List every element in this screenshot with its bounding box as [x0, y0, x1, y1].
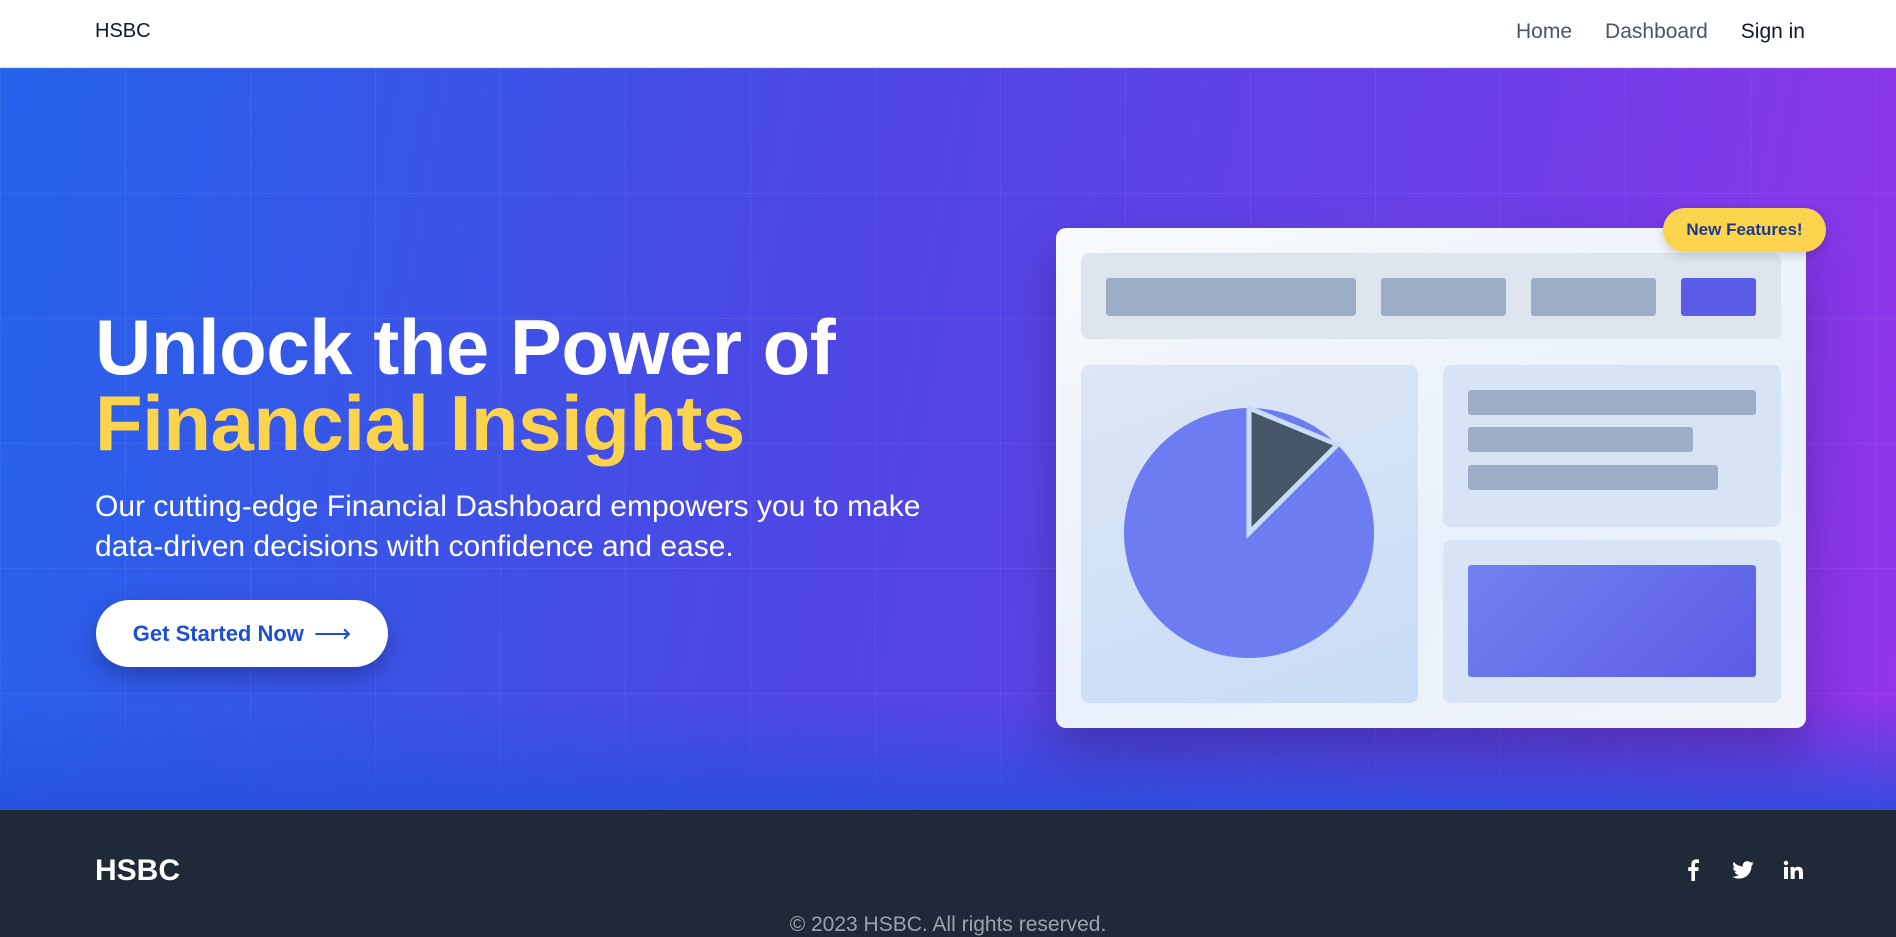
- footer-brand[interactable]: HSBC: [95, 854, 180, 888]
- footer-copyright: © 2023 HSBC. All rights reserved.: [789, 913, 1107, 936]
- illustration-topbar-block: [1381, 278, 1506, 316]
- footer: HSBC © 2023 HSBC. All rights reserved.: [0, 810, 1896, 936]
- illustration-list-line: [1468, 427, 1693, 452]
- illustration-pie-chart: [1124, 404, 1374, 658]
- hero-section: Unlock the Power of Financial Insights O…: [0, 68, 1896, 810]
- nav-link-home[interactable]: Home: [1516, 20, 1572, 44]
- illustration-block-panel: [1443, 540, 1781, 703]
- nav-links: Home Dashboard Sign in: [1483, 20, 1805, 44]
- new-features-badge: New Features!: [1663, 208, 1826, 252]
- hero-title-line2: Financial Insights: [95, 379, 745, 467]
- twitter-icon[interactable]: [1731, 858, 1755, 882]
- footer-social-links: [1681, 858, 1805, 882]
- dashboard-illustration: [1056, 228, 1806, 728]
- illustration-topbar-block: [1531, 278, 1656, 316]
- illustration-topbar-accent: [1681, 278, 1756, 316]
- illustration-accent-block: [1468, 565, 1756, 677]
- get-started-button[interactable]: Get Started Now ⟶: [96, 600, 388, 667]
- nav-link-sign-in[interactable]: Sign in: [1741, 20, 1805, 44]
- arrow-right-icon: ⟶: [313, 618, 352, 648]
- nav-link-dashboard[interactable]: Dashboard: [1605, 20, 1708, 44]
- illustration-topbar: [1081, 253, 1781, 339]
- hero-subtitle: Our cutting-edge Financial Dashboard emp…: [95, 490, 921, 563]
- get-started-label: Get Started Now: [132, 620, 304, 646]
- top-navbar: HSBC Home Dashboard Sign in: [0, 0, 1896, 68]
- illustration-list-panel: [1443, 365, 1781, 527]
- facebook-icon[interactable]: [1681, 858, 1705, 882]
- linkedin-icon[interactable]: [1781, 858, 1805, 882]
- nav-brand[interactable]: HSBC: [95, 20, 151, 43]
- illustration-topbar-block: [1106, 278, 1356, 316]
- illustration-pie-panel: [1081, 365, 1418, 703]
- illustration-list-line: [1468, 390, 1756, 415]
- illustration-list-line: [1468, 465, 1718, 490]
- hero-title-line1: Unlock the Power of: [95, 303, 836, 391]
